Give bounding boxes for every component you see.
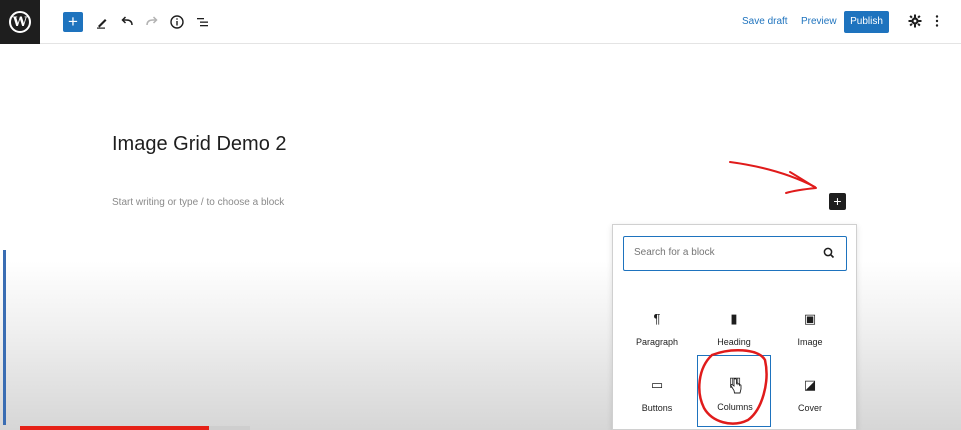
save-draft-button[interactable]: Save draft <box>742 16 788 27</box>
publish-button[interactable]: Publish <box>844 11 889 33</box>
paragraph-icon: ¶ <box>653 311 661 326</box>
preview-button[interactable]: Preview <box>801 16 837 27</box>
undo-icon[interactable] <box>117 12 137 32</box>
add-block-button[interactable]: + <box>63 12 83 32</box>
list-view-icon[interactable] <box>193 12 213 32</box>
block-paragraph[interactable]: ¶ Paragraph <box>620 299 694 363</box>
annotation-arrow-head <box>785 171 817 194</box>
block-label: Buttons <box>641 403 673 413</box>
wordpress-icon: W <box>9 11 31 33</box>
redo-icon[interactable] <box>142 12 162 32</box>
block-inserter-popover: ¶ Paragraph ▮ Heading ▣ Image ▭ Buttons … <box>612 224 857 430</box>
more-vertical-icon[interactable] <box>930 11 944 31</box>
gear-icon[interactable] <box>905 11 925 31</box>
wordpress-logo[interactable]: W <box>0 0 40 44</box>
block-cover[interactable]: ◪ Cover <box>773 365 847 429</box>
block-search-box[interactable] <box>623 236 847 271</box>
block-label: Image <box>797 337 823 347</box>
block-label: Heading <box>717 337 751 347</box>
block-buttons[interactable]: ▭ Buttons <box>620 365 694 429</box>
left-edge-highlight <box>3 250 6 425</box>
video-progress-fill <box>20 426 209 430</box>
cover-icon: ◪ <box>803 377 817 392</box>
info-icon[interactable] <box>167 12 187 32</box>
block-label: Cover <box>797 403 822 413</box>
heading-bookmark-icon: ▮ <box>730 311 738 326</box>
block-search-input[interactable] <box>634 247 804 258</box>
annotation-arrow-line <box>729 161 816 188</box>
block-image[interactable]: ▣ Image <box>773 299 847 363</box>
post-title[interactable]: Image Grid Demo 2 <box>112 133 287 156</box>
block-label: Paragraph <box>635 337 679 347</box>
block-placeholder[interactable]: Start writing or type / to choose a bloc… <box>112 197 284 208</box>
block-heading[interactable]: ▮ Heading <box>697 299 771 363</box>
hand-cursor-icon <box>729 378 743 394</box>
buttons-icon: ▭ <box>650 377 664 392</box>
block-label: Columns <box>717 402 753 412</box>
inline-add-block-button[interactable]: + <box>829 193 846 210</box>
search-icon <box>821 245 837 261</box>
image-icon: ▣ <box>803 311 817 326</box>
editor-toolbar: W + Save draft Preview Publish <box>0 0 961 44</box>
pencil-icon[interactable] <box>92 12 112 32</box>
